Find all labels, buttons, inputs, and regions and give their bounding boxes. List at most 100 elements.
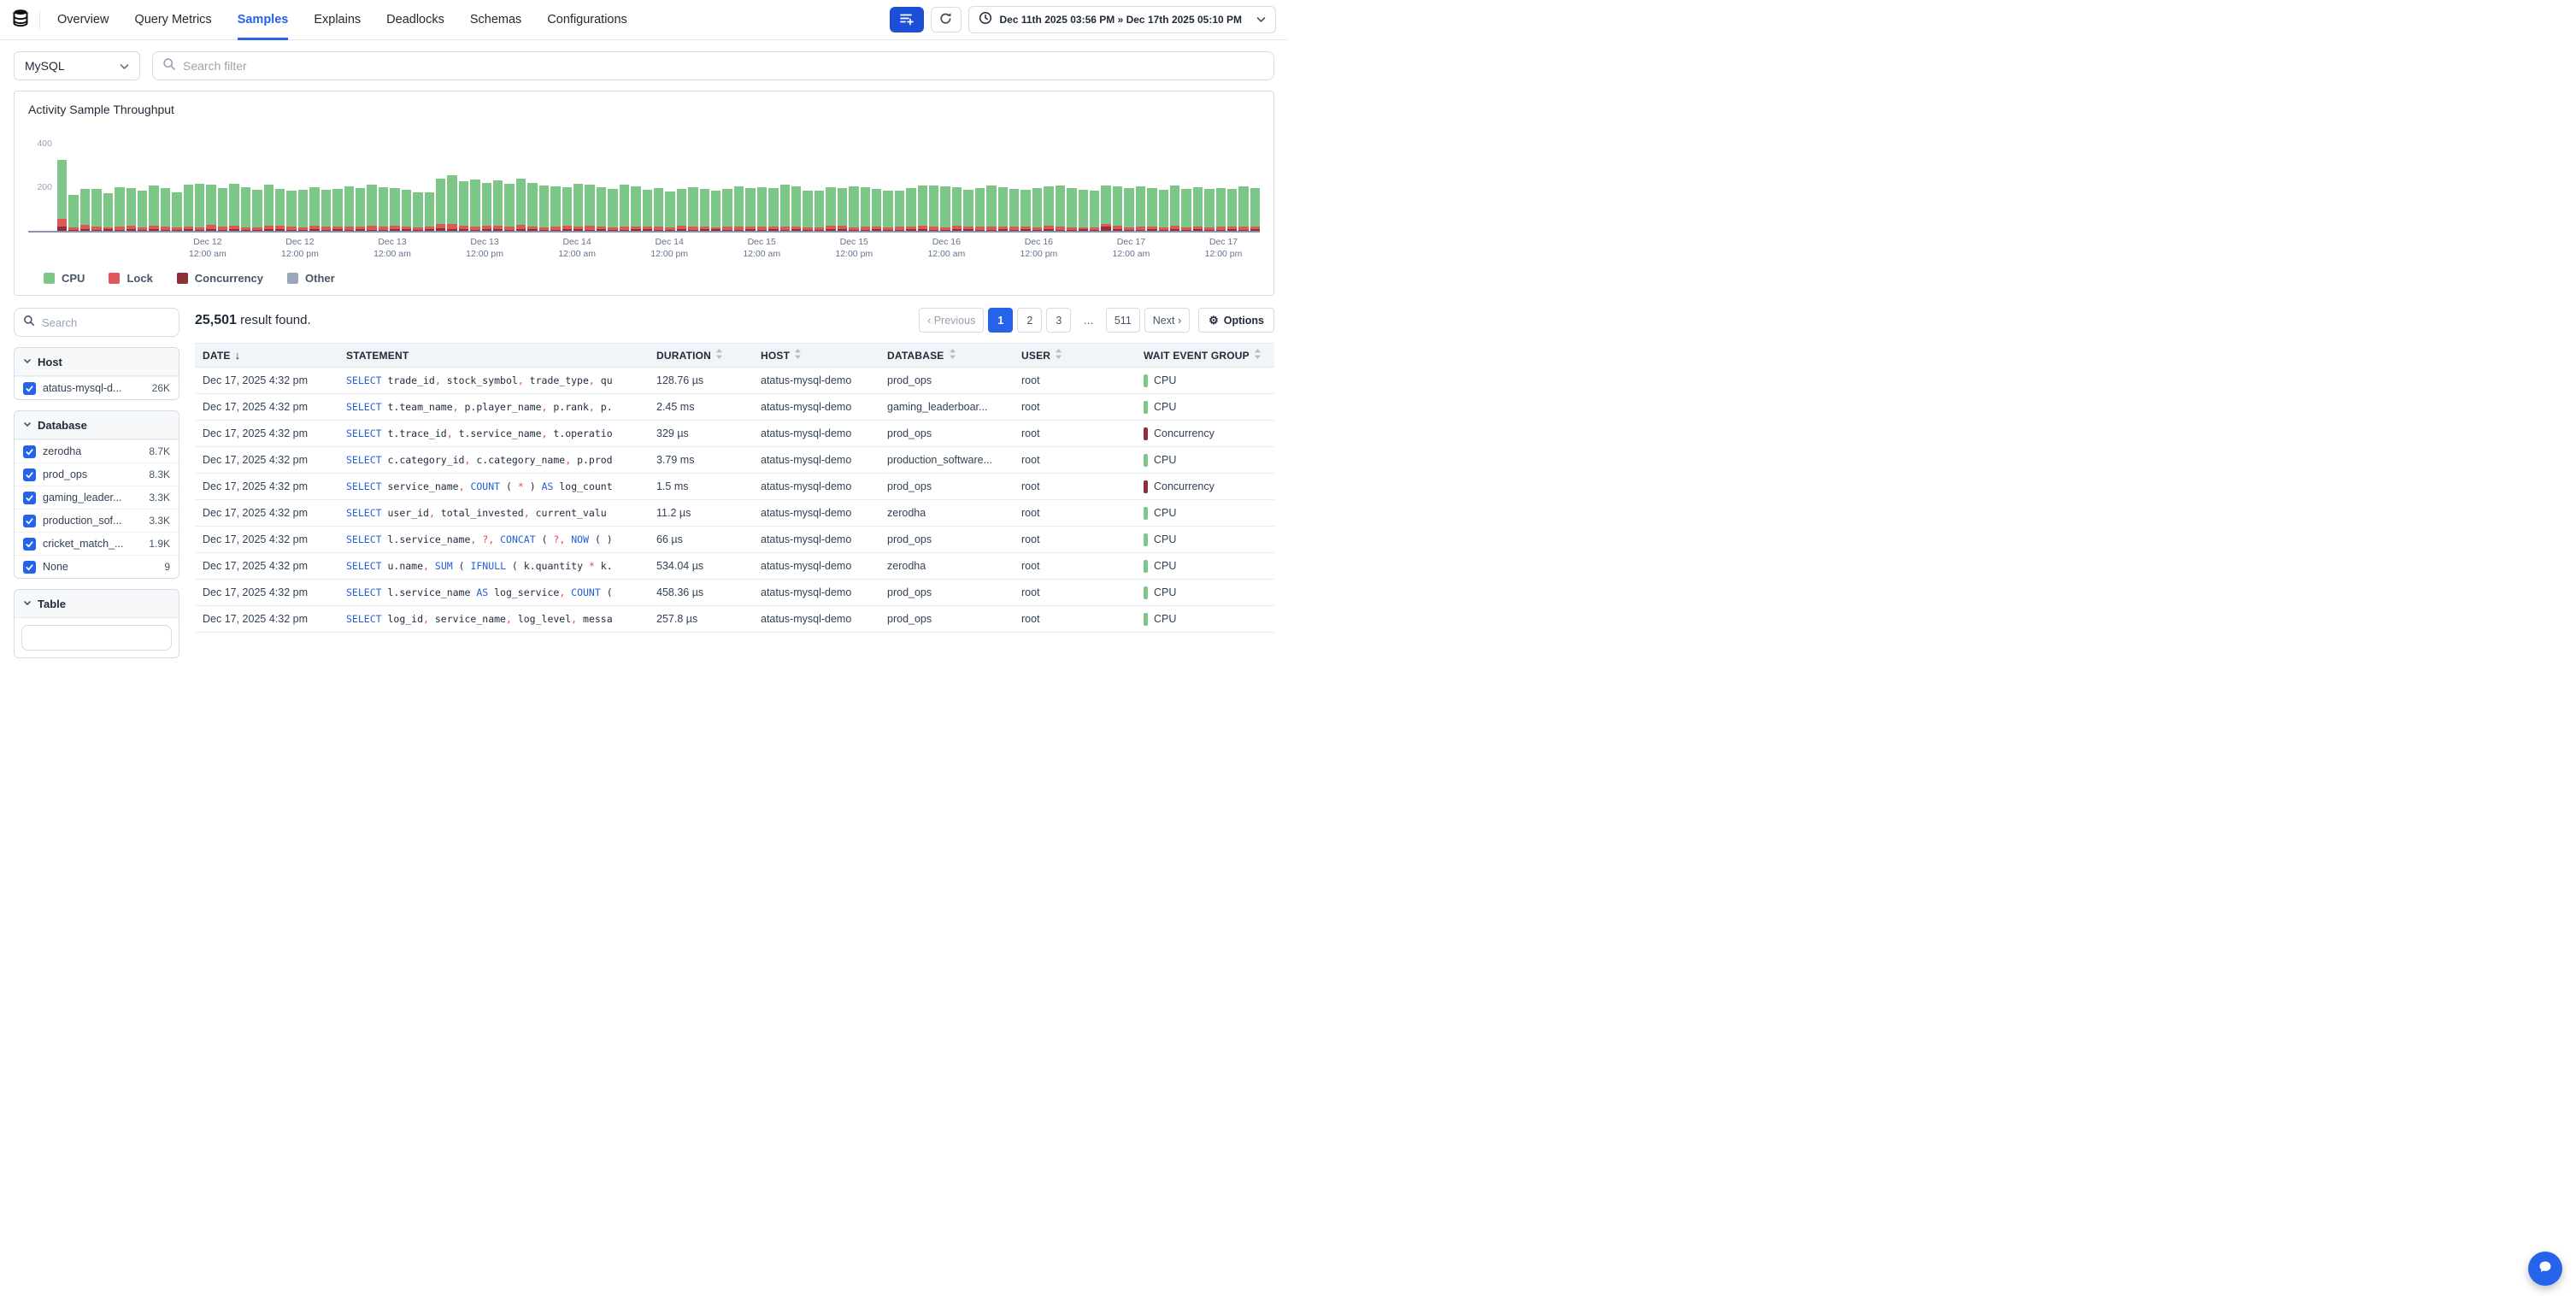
column-header-host[interactable]: HOST — [753, 348, 879, 362]
chart-bar[interactable] — [218, 188, 227, 231]
column-header-database[interactable]: DATABASE — [879, 348, 1014, 362]
checkbox-checked[interactable] — [23, 538, 36, 551]
chart-bar[interactable] — [895, 191, 904, 231]
tab-samples[interactable]: Samples — [238, 0, 289, 40]
chart-bar[interactable] — [734, 186, 744, 231]
facet-item[interactable]: prod_ops8.3K — [15, 462, 179, 486]
facet-item[interactable]: None9 — [15, 555, 179, 578]
chart-bar[interactable] — [206, 185, 215, 231]
column-header-user[interactable]: USER — [1014, 348, 1136, 362]
chart-bar[interactable] — [504, 184, 514, 231]
chart-bar[interactable] — [1020, 190, 1030, 231]
facet-item[interactable]: zerodha8.7K — [15, 439, 179, 462]
checkbox-checked[interactable] — [23, 561, 36, 574]
chart-bar[interactable] — [103, 193, 113, 231]
chart-bar[interactable] — [332, 189, 342, 231]
chart-bar[interactable] — [550, 186, 560, 231]
facet-item[interactable]: cricket_match_...1.9K — [15, 532, 179, 555]
chart-bar[interactable] — [161, 188, 170, 231]
db-type-select[interactable]: MySQL — [14, 51, 140, 80]
chart-bar[interactable] — [1227, 189, 1237, 231]
chart-bar[interactable] — [815, 191, 824, 231]
chart-bar[interactable] — [1056, 186, 1065, 231]
chart-bar[interactable] — [986, 186, 996, 231]
chart-bar[interactable] — [447, 175, 456, 231]
chart-bar[interactable] — [768, 188, 778, 231]
tab-configurations[interactable]: Configurations — [547, 0, 627, 40]
chart-bar[interactable] — [1113, 186, 1122, 231]
chart-bar[interactable] — [286, 191, 296, 231]
next-page-button[interactable]: Next › — [1144, 308, 1190, 333]
tab-deadlocks[interactable]: Deadlocks — [386, 0, 444, 40]
column-header-duration[interactable]: DURATION — [649, 348, 753, 362]
chart-bar[interactable] — [482, 183, 491, 231]
chart-bar[interactable] — [757, 187, 767, 231]
chart-bar[interactable] — [780, 185, 790, 231]
chart-bar[interactable] — [631, 186, 640, 231]
chart-bar[interactable] — [665, 191, 674, 231]
chart-bar[interactable] — [115, 187, 124, 231]
chart-bar[interactable] — [791, 186, 801, 231]
chart-bar[interactable] — [126, 188, 136, 231]
chart-bar[interactable] — [952, 187, 962, 231]
chart-bar[interactable] — [940, 186, 950, 231]
facet-item[interactable]: production_sof...3.3K — [15, 509, 179, 532]
column-header-statement[interactable]: STATEMENT — [338, 350, 649, 362]
chart-bar[interactable] — [688, 187, 697, 231]
chart-bar[interactable] — [838, 188, 847, 231]
checkbox-checked[interactable] — [23, 492, 36, 504]
facet-item[interactable]: gaming_leader...3.3K — [15, 486, 179, 509]
facet-group-header-table[interactable]: Table — [15, 590, 179, 618]
chart-bar[interactable] — [91, 189, 101, 231]
table-row[interactable]: Dec 17, 2025 4:32 pmSELECT l.service_nam… — [195, 527, 1274, 553]
options-button[interactable]: ⚙ Options — [1198, 308, 1274, 333]
chart-bar[interactable] — [1238, 186, 1248, 231]
chart-bar[interactable] — [585, 185, 594, 231]
chart-bar[interactable] — [562, 187, 572, 231]
chart-bar[interactable] — [677, 189, 686, 231]
chart-bar[interactable] — [539, 186, 549, 231]
chart-bar[interactable] — [963, 190, 973, 231]
chart-bar[interactable] — [252, 190, 262, 231]
page-button-3[interactable]: 3 — [1046, 308, 1071, 333]
chart-bar[interactable] — [918, 186, 927, 231]
tab-query-metrics[interactable]: Query Metrics — [134, 0, 211, 40]
chart-bar[interactable] — [597, 187, 606, 231]
chart-bar[interactable] — [861, 187, 870, 231]
chart-bar[interactable] — [849, 186, 858, 231]
chart-bar[interactable] — [1159, 190, 1168, 231]
chart-bar[interactable] — [356, 188, 365, 231]
chart-bar[interactable] — [367, 185, 376, 231]
chart-bar[interactable] — [573, 184, 583, 231]
facet-group-header-database[interactable]: Database — [15, 411, 179, 439]
chart-bar[interactable] — [1250, 188, 1260, 231]
chart-bar[interactable] — [1124, 188, 1133, 231]
chart-bar[interactable] — [1193, 187, 1203, 231]
checkbox-checked[interactable] — [23, 445, 36, 458]
chart-bar[interactable] — [745, 188, 755, 231]
filter-add-button[interactable] — [890, 7, 924, 32]
chart-bar[interactable] — [321, 190, 331, 231]
chart-bar[interactable] — [1044, 186, 1053, 231]
chart-bar[interactable] — [1170, 186, 1179, 231]
chart-bar[interactable] — [390, 188, 399, 231]
chart-bar[interactable] — [883, 191, 892, 231]
chart-bar[interactable] — [459, 181, 468, 231]
page-button-2[interactable]: 2 — [1017, 308, 1042, 333]
chart-bar[interactable] — [643, 190, 652, 231]
checkbox-checked[interactable] — [23, 468, 36, 481]
chart-bar[interactable] — [1216, 188, 1226, 231]
page-ellipsis[interactable]: … — [1075, 308, 1102, 333]
facet-search-stub[interactable] — [21, 625, 172, 651]
chart-bar[interactable] — [711, 191, 720, 231]
refresh-button[interactable] — [931, 7, 962, 32]
chart-bar[interactable] — [275, 189, 285, 231]
chart-bar[interactable] — [413, 192, 422, 231]
column-header-date[interactable]: DATE↓ — [195, 349, 338, 362]
table-row[interactable]: Dec 17, 2025 4:32 pmSELECT t.trace_id, t… — [195, 421, 1274, 447]
chart-bar[interactable] — [172, 192, 181, 231]
tab-explains[interactable]: Explains — [314, 0, 361, 40]
checkbox-checked[interactable] — [23, 515, 36, 527]
table-row[interactable]: Dec 17, 2025 4:32 pmSELECT user_id, tota… — [195, 500, 1274, 527]
chart-bar[interactable] — [195, 184, 204, 231]
